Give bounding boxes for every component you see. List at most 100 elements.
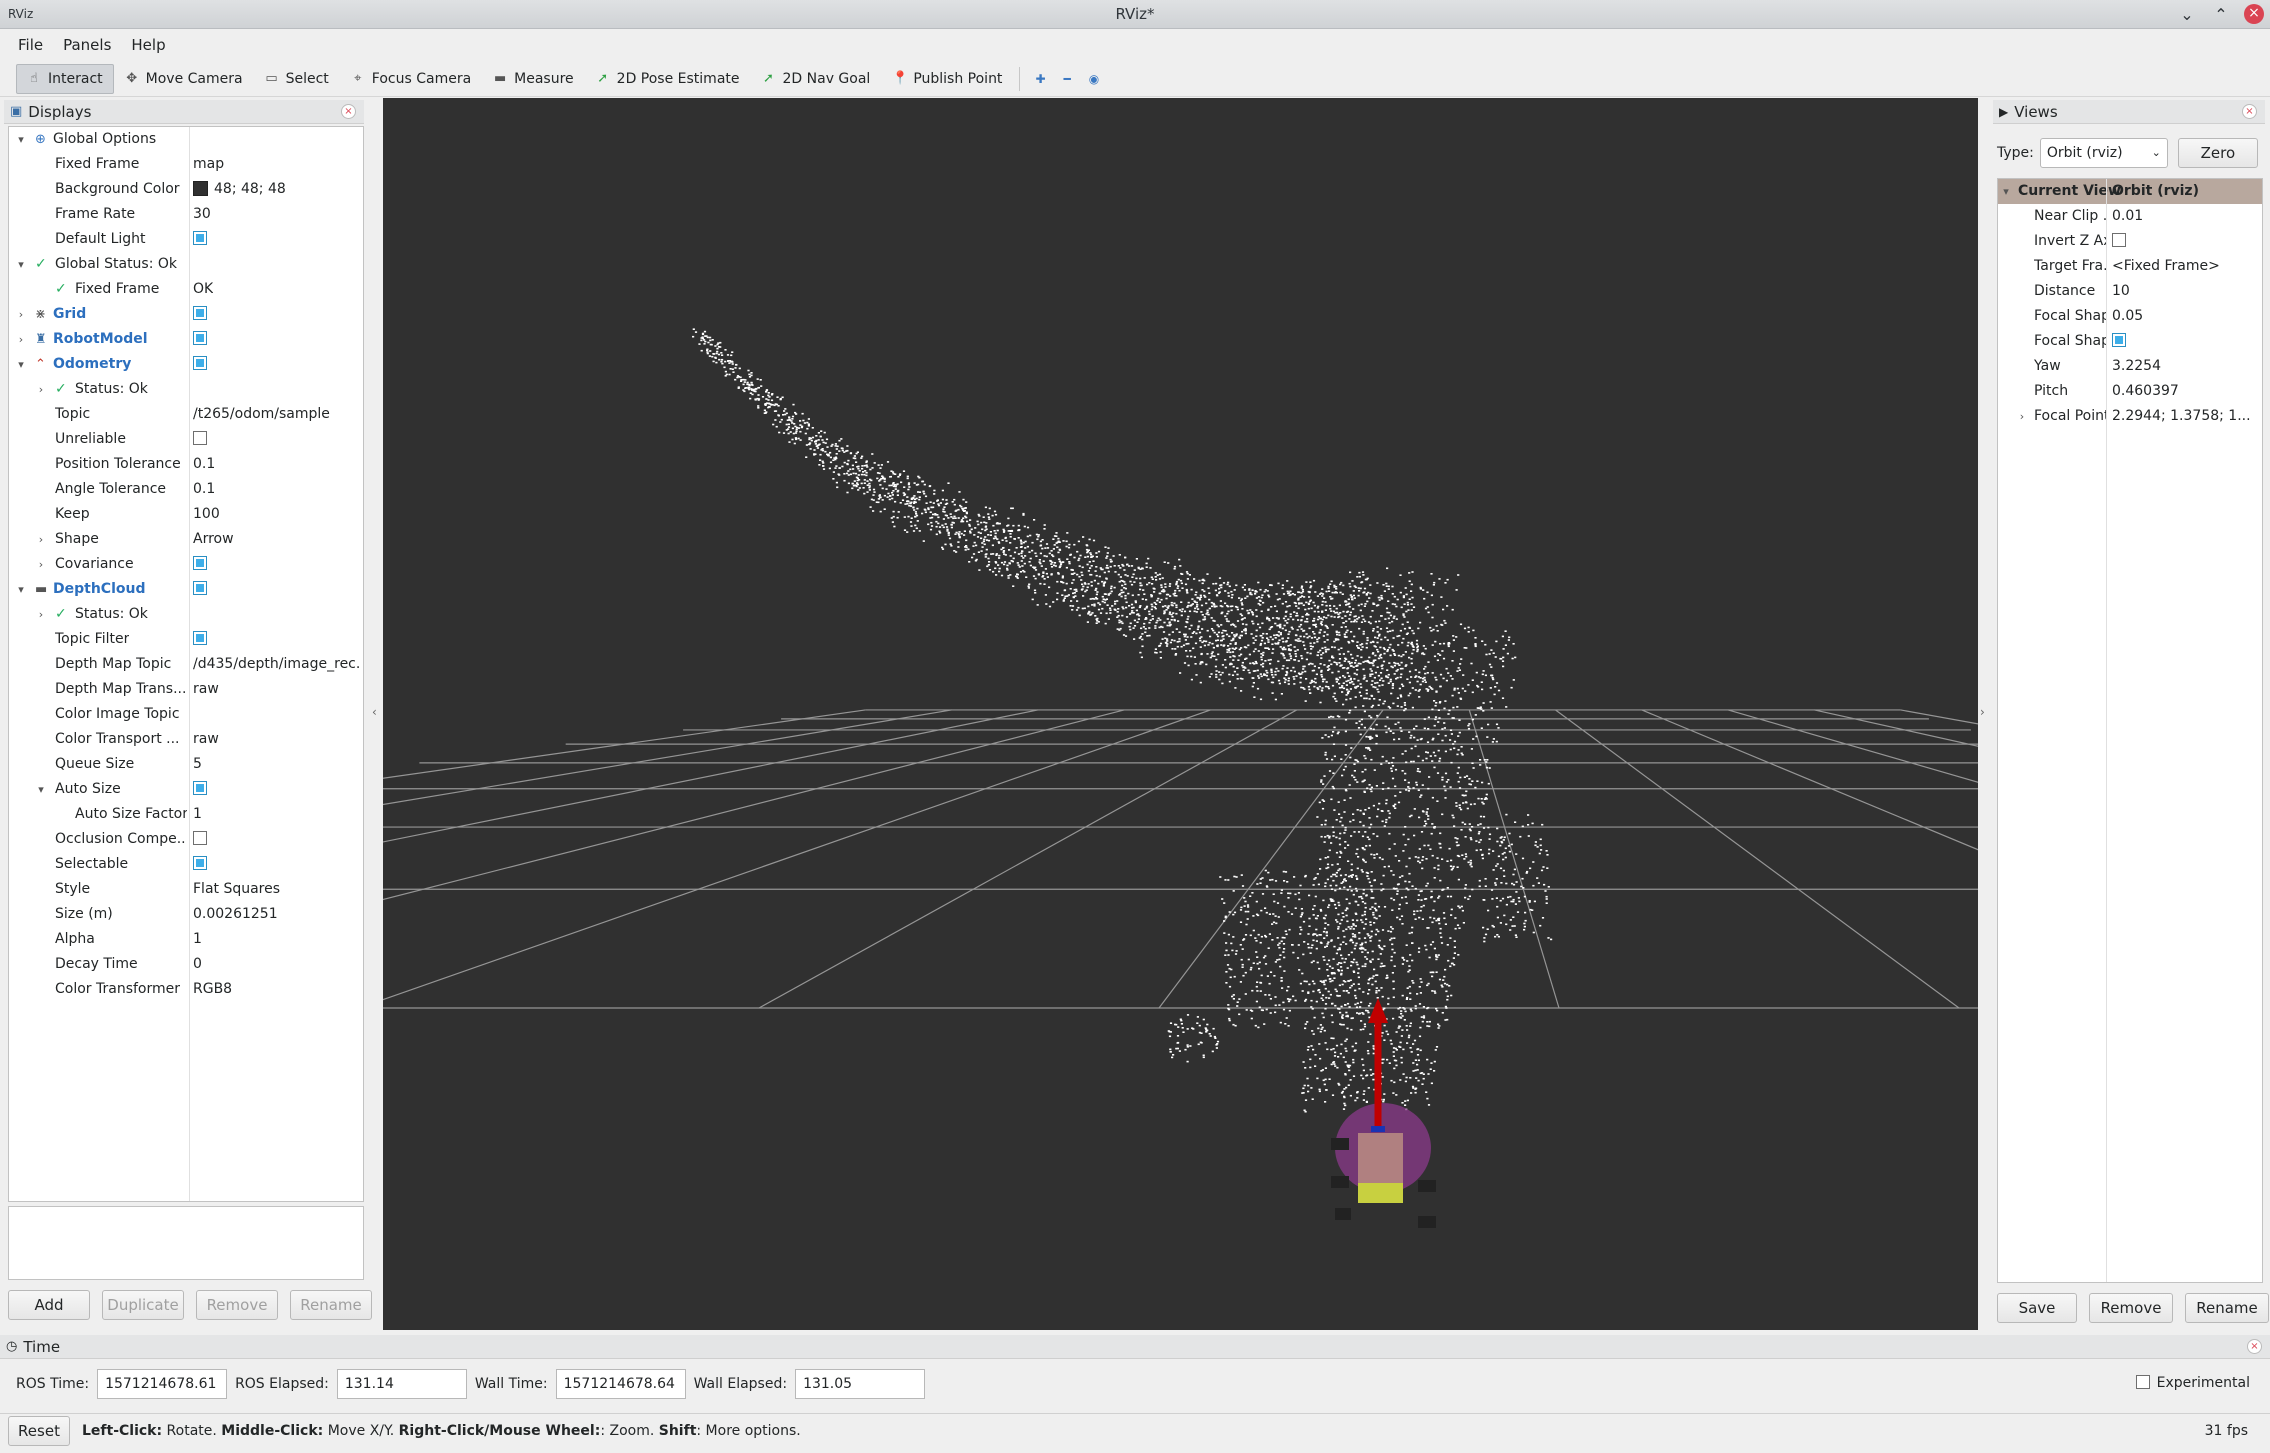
checkbox[interactable] — [193, 781, 207, 795]
tool-interact[interactable]: ☝ Interact — [16, 63, 114, 94]
property-value[interactable]: 0.00261251 — [189, 902, 278, 927]
display-row[interactable]: ▾ Auto Size — [9, 777, 363, 802]
property-checkbox[interactable] — [189, 302, 207, 327]
property-value[interactable]: 48; 48; 48 — [189, 177, 286, 202]
display-row[interactable]: ▾ ✓ Global Status: Ok — [9, 252, 363, 277]
color-swatch[interactable] — [193, 180, 208, 196]
display-row[interactable]: › Covariance — [9, 552, 363, 577]
display-row[interactable]: ✓ Fixed Frame OK — [9, 277, 363, 302]
expand-arrow-icon[interactable]: › — [2016, 404, 2028, 429]
display-row[interactable]: Auto Size Factor 1 — [9, 802, 363, 827]
display-row[interactable]: Fixed Frame map — [9, 152, 363, 177]
view-property-value[interactable]: <Fixed Frame> — [2108, 254, 2220, 279]
display-row[interactable]: Color Image Topic — [9, 702, 363, 727]
menu-panels[interactable]: Panels — [63, 36, 111, 54]
remove-view-button[interactable]: Remove — [2089, 1293, 2173, 1323]
close-panel-icon[interactable]: × — [2247, 1339, 2262, 1354]
display-row[interactable]: Unreliable — [9, 427, 363, 452]
property-value[interactable]: 0.1 — [189, 477, 215, 502]
display-row[interactable]: ▾ ⌃ Odometry — [9, 352, 363, 377]
property-checkbox[interactable] — [189, 827, 207, 852]
collapse-right-icon[interactable]: › — [1980, 705, 1985, 719]
display-row[interactable]: Position Tolerance 0.1 — [9, 452, 363, 477]
checkbox[interactable] — [2112, 233, 2126, 247]
property-value[interactable]: 5 — [189, 752, 202, 777]
view-property-row[interactable]: Yaw 3.2254 — [1998, 354, 2262, 379]
property-checkbox[interactable] — [189, 627, 207, 652]
property-value[interactable]: /d435/depth/image_rec... — [189, 652, 361, 677]
checkbox[interactable] — [193, 856, 207, 870]
reset-button[interactable]: Reset — [8, 1415, 70, 1446]
view-property-row[interactable]: Focal Shap... — [1998, 329, 2262, 354]
display-row[interactable]: Decay Time 0 — [9, 952, 363, 977]
tool-publish-point[interactable]: 📍 Publish Point — [881, 64, 1013, 94]
tool-measure[interactable]: ▬ Measure — [482, 64, 585, 94]
expand-arrow-icon[interactable]: ▾ — [15, 577, 27, 602]
property-checkbox[interactable] — [189, 777, 207, 802]
menu-help[interactable]: Help — [131, 36, 165, 54]
tool-select[interactable]: ▭ Select — [254, 64, 340, 94]
display-row[interactable]: Color Transformer RGB8 — [9, 977, 363, 1002]
display-row[interactable]: Size (m) 0.00261251 — [9, 902, 363, 927]
duplicate-button[interactable]: Duplicate — [102, 1290, 184, 1320]
display-row[interactable]: › Shape Arrow — [9, 527, 363, 552]
display-row[interactable]: Queue Size 5 — [9, 752, 363, 777]
checkbox[interactable] — [193, 431, 207, 445]
display-row[interactable]: Occlusion Compe... — [9, 827, 363, 852]
property-value[interactable]: raw — [189, 677, 219, 702]
ros-elapsed-field[interactable]: 131.14 — [336, 1369, 467, 1399]
view-property-row[interactable]: Invert Z Axis — [1998, 229, 2262, 254]
property-value[interactable]: 1 — [189, 802, 202, 827]
checkbox[interactable] — [193, 331, 207, 345]
property-value[interactable]: /t265/odom/sample — [189, 402, 330, 427]
property-value[interactable]: 0 — [189, 952, 202, 977]
view-property-value[interactable]: 0.05 — [2108, 304, 2143, 329]
plus-icon[interactable]: ✚ — [1026, 64, 1054, 94]
view-property-value[interactable]: 10 — [2108, 279, 2130, 304]
rename-button[interactable]: Rename — [290, 1290, 372, 1320]
display-row[interactable]: Background Color 48; 48; 48 — [9, 177, 363, 202]
view-property-value[interactable]: 3.2254 — [2108, 354, 2161, 379]
property-value[interactable]: Arrow — [189, 527, 234, 552]
property-value[interactable]: 100 — [189, 502, 220, 527]
displays-tree[interactable]: ▾ ⊕ Global Options Fixed Frame map Background… — [8, 126, 364, 1202]
expand-arrow-icon[interactable]: › — [35, 527, 47, 552]
expand-arrow-icon[interactable]: ▾ — [15, 252, 27, 277]
view-property-row[interactable]: Focal Shap...0.05 — [1998, 304, 2262, 329]
maximize-icon[interactable]: ⌃ — [2210, 0, 2232, 29]
checkbox[interactable] — [193, 306, 207, 320]
wall-time-field[interactable]: 1571214678.64 — [555, 1369, 686, 1399]
checkbox[interactable] — [193, 581, 207, 595]
view-property-value[interactable]: 0.01 — [2108, 204, 2143, 229]
checkbox[interactable] — [193, 556, 207, 570]
view-property-row[interactable]: › Focal Point 2.2944; 1.3758; 1... — [1998, 404, 2262, 429]
checkbox[interactable] — [2112, 333, 2126, 347]
close-panel-icon[interactable]: × — [341, 104, 356, 119]
menu-file[interactable]: File — [18, 36, 43, 54]
expand-arrow-icon[interactable]: › — [35, 602, 47, 627]
eye-icon[interactable]: ◉ — [1080, 64, 1108, 94]
expand-arrow-icon[interactable]: › — [35, 377, 47, 402]
display-row[interactable]: Angle Tolerance 0.1 — [9, 477, 363, 502]
display-row[interactable]: Color Transport ... raw — [9, 727, 363, 752]
display-row[interactable]: Frame Rate 30 — [9, 202, 363, 227]
display-row[interactable]: › ⋇ Grid — [9, 302, 363, 327]
tool-focus-camera[interactable]: ⌖ Focus Camera — [340, 64, 482, 94]
property-checkbox[interactable] — [189, 352, 207, 377]
expand-arrow-icon[interactable]: › — [35, 552, 47, 577]
property-checkbox[interactable] — [189, 327, 207, 352]
tool-move-camera[interactable]: ✥ Move Camera — [114, 64, 254, 94]
display-row[interactable]: Depth Map Topic/d435/depth/image_rec... — [9, 652, 363, 677]
display-row[interactable]: Keep 100 — [9, 502, 363, 527]
display-row[interactable]: › ✓ Status: Ok — [9, 377, 363, 402]
property-value[interactable]: 0.1 — [189, 452, 215, 477]
remove-button[interactable]: Remove — [196, 1290, 278, 1320]
view-property-value[interactable]: 0.460397 — [2108, 379, 2179, 404]
display-row[interactable]: Topic Filter — [9, 627, 363, 652]
tool-2d-pose-estimate[interactable]: ➚ 2D Pose Estimate — [585, 64, 751, 94]
experimental-checkbox[interactable] — [2135, 1375, 2150, 1389]
collapse-left-icon[interactable]: ‹ — [372, 705, 377, 719]
checkbox[interactable] — [193, 831, 207, 845]
property-value[interactable]: raw — [189, 727, 219, 752]
expand-arrow-icon[interactable]: ▾ — [15, 352, 27, 377]
